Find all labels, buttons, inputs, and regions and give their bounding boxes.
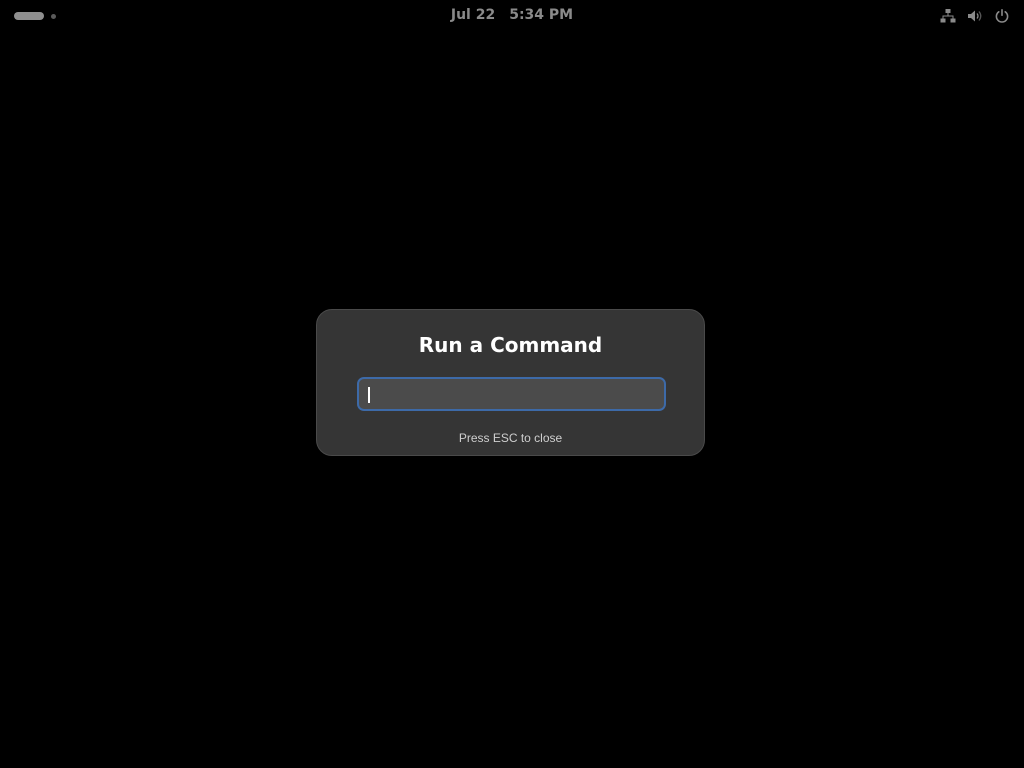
clock-button[interactable]: Jul 22 5:34 PM bbox=[451, 7, 573, 23]
close-hint: Press ESC to close bbox=[458, 431, 563, 445]
clock: Jul 22 5:34 PM bbox=[0, 7, 1024, 23]
system-tray[interactable] bbox=[940, 8, 1010, 24]
volume-icon bbox=[967, 8, 983, 24]
dialog-title: Run a Command bbox=[418, 333, 603, 357]
power-icon bbox=[994, 8, 1010, 24]
text-cursor bbox=[368, 387, 370, 403]
network-icon bbox=[940, 8, 956, 24]
active-workspace-indicator bbox=[14, 12, 44, 20]
activities-button[interactable] bbox=[14, 11, 56, 21]
workspace-indicator bbox=[51, 13, 56, 19]
command-input[interactable] bbox=[357, 377, 666, 411]
date-label: Jul 22 bbox=[450, 7, 496, 23]
run-command-dialog: Run a Command Press ESC to close bbox=[316, 309, 705, 456]
time-label: 5:34 PM bbox=[509, 7, 574, 23]
top-bar: Jul 22 5:34 PM bbox=[0, 0, 1024, 32]
